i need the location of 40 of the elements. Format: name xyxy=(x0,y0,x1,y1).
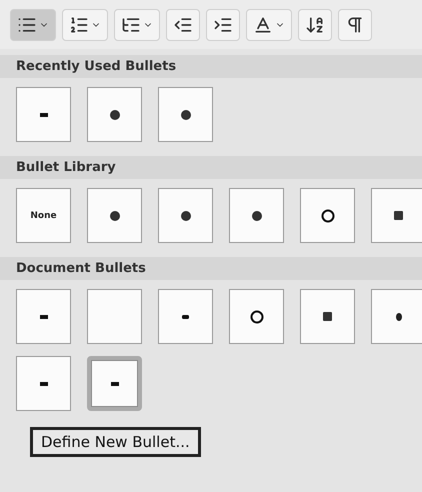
dot-icon xyxy=(394,312,402,322)
square-icon xyxy=(323,312,332,321)
toolbar-button[interactable] xyxy=(114,9,160,41)
bullet-option[interactable] xyxy=(229,188,284,243)
bullet-option[interactable] xyxy=(300,188,355,243)
bullet-option[interactable] xyxy=(158,87,213,142)
section-header: Document Bullets xyxy=(0,257,422,280)
toolbar-button[interactable] xyxy=(166,9,200,41)
toolbar-button[interactable] xyxy=(298,9,332,41)
section-header: Recently Used Bullets xyxy=(0,55,422,78)
toolbar-button[interactable] xyxy=(10,9,56,41)
dot-icon xyxy=(250,210,262,222)
dot-icon xyxy=(108,210,120,222)
toolbar-button[interactable] xyxy=(62,9,108,41)
toolbar-button[interactable] xyxy=(246,9,292,41)
dash-icon xyxy=(110,382,118,386)
circle-icon xyxy=(250,310,264,324)
bullet-option[interactable] xyxy=(87,188,142,243)
dash-icon xyxy=(182,314,189,318)
circle-icon xyxy=(320,208,334,222)
square-icon xyxy=(394,211,403,220)
dot-icon xyxy=(180,210,192,222)
toolbar-button[interactable] xyxy=(338,9,372,41)
toolbar-button[interactable] xyxy=(206,9,240,41)
toolbar-icon xyxy=(253,15,273,35)
dash-icon xyxy=(40,314,48,318)
toolbar-icon xyxy=(305,15,325,35)
dot-icon xyxy=(108,108,120,120)
define-bullet-button[interactable]: Define New Bullet... xyxy=(30,427,201,457)
section-header: Bullet Library xyxy=(0,156,422,179)
toolbar-icon xyxy=(69,15,89,35)
bullet-option[interactable]: None xyxy=(16,188,71,243)
bullet-option[interactable] xyxy=(300,289,355,344)
bullet-option[interactable] xyxy=(371,188,422,243)
bullet-option[interactable] xyxy=(158,188,213,243)
bullet-option[interactable] xyxy=(87,87,142,142)
dot-icon xyxy=(180,108,192,120)
dash-icon xyxy=(40,112,48,116)
bullet-option[interactable] xyxy=(229,289,284,344)
dash-icon xyxy=(40,382,48,386)
